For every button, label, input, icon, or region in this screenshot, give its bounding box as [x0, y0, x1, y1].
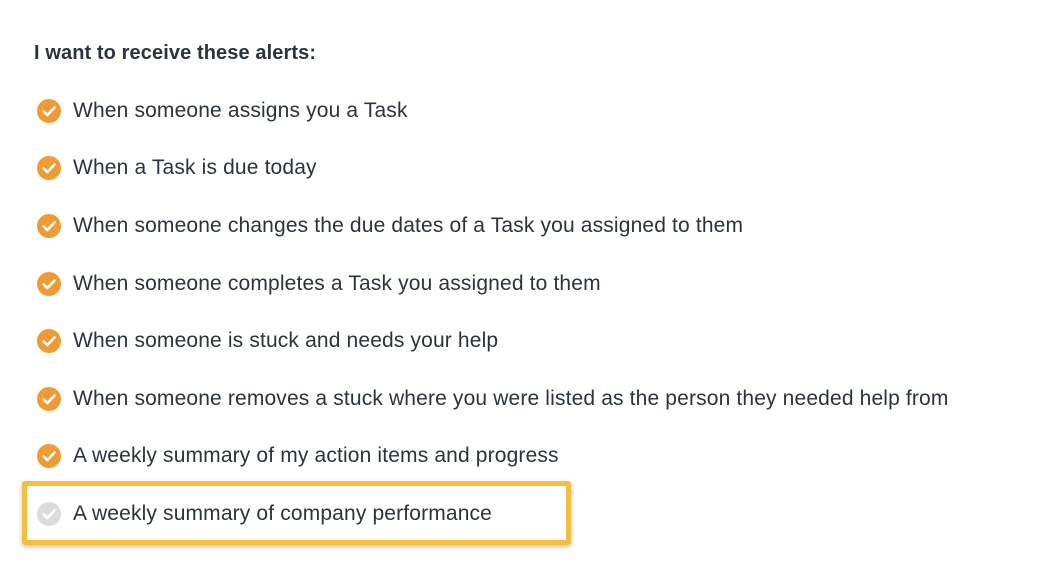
check-circle-icon[interactable] — [36, 386, 62, 412]
alert-preferences-panel: I want to receive these alerts: When som… — [0, 0, 1062, 582]
alert-option-label: When a Task is due today — [73, 156, 317, 179]
alert-option-weekly-company-performance[interactable]: A weekly summary of company performance — [36, 498, 492, 530]
alert-option-task-assigned[interactable]: When someone assigns you a Task — [36, 95, 408, 127]
check-circle-icon[interactable] — [36, 328, 62, 354]
alert-option-someone-stuck[interactable]: When someone is stuck and needs your hel… — [36, 325, 498, 357]
alert-option-due-date-changed[interactable]: When someone changes the due dates of a … — [36, 210, 743, 242]
alert-option-label: When someone is stuck and needs your hel… — [73, 329, 499, 352]
alert-option-weekly-action-items[interactable]: A weekly summary of my action items and … — [36, 440, 559, 472]
alert-option-stuck-removed[interactable]: When someone removes a stuck where you w… — [36, 383, 949, 415]
check-circle-icon[interactable] — [36, 443, 62, 469]
check-circle-icon[interactable] — [36, 271, 62, 297]
check-circle-icon[interactable] — [36, 98, 62, 124]
alert-option-label: When someone removes a stuck where you w… — [73, 387, 949, 410]
alert-option-label: A weekly summary of company performance — [73, 502, 493, 525]
alert-option-label: When someone completes a Task you assign… — [73, 272, 601, 295]
alert-option-task-completed[interactable]: When someone completes a Task you assign… — [36, 268, 601, 300]
alert-option-label: When someone assigns you a Task — [73, 99, 408, 122]
check-circle-icon[interactable] — [36, 213, 62, 239]
check-circle-icon[interactable] — [36, 155, 62, 181]
alert-option-task-due-today[interactable]: When a Task is due today — [36, 152, 317, 184]
alert-option-label: A weekly summary of my action items and … — [73, 444, 559, 467]
alert-option-label: When someone changes the due dates of a … — [73, 214, 744, 237]
check-circle-icon[interactable] — [36, 501, 62, 527]
alerts-heading: I want to receive these alerts: — [34, 42, 317, 64]
